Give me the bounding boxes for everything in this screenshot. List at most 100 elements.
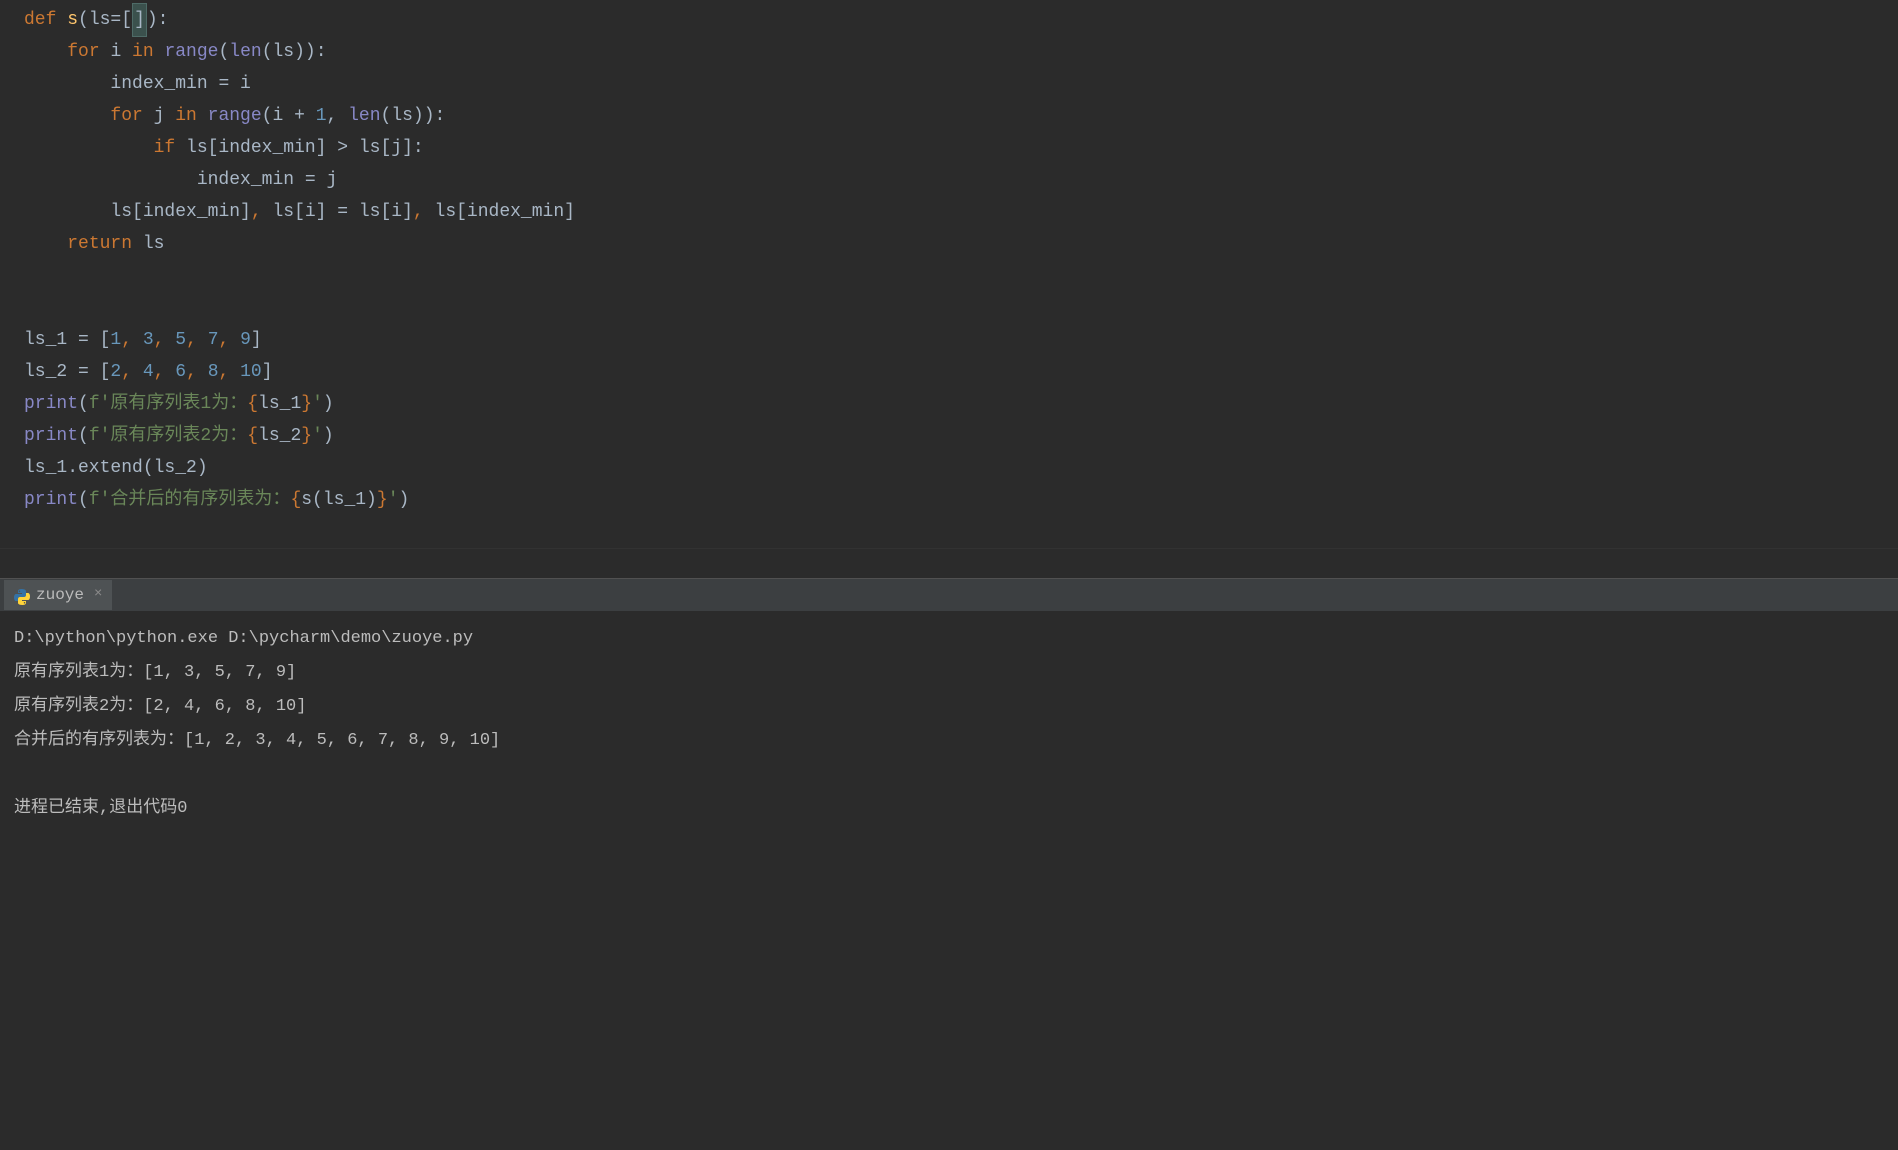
console-line: D:\python\python.exe D:\pycharm\demo\zuo…	[14, 622, 1884, 656]
code-token: (	[78, 484, 89, 516]
code-token: )	[399, 484, 410, 516]
code-token: ,	[154, 356, 176, 388]
code-token: )	[323, 388, 334, 420]
code-line[interactable]: for j in range(i + 1, len(ls)):	[10, 100, 1898, 132]
code-token: '	[312, 388, 323, 420]
run-tab-bar: zuoye ×	[0, 578, 1898, 612]
code-token: ls[index_min]	[435, 196, 575, 228]
python-file-icon	[14, 587, 30, 603]
code-token: 9	[240, 324, 251, 356]
code-token: ,	[186, 356, 208, 388]
code-line[interactable]	[10, 260, 1898, 292]
code-token: 3	[143, 324, 154, 356]
code-token: ,	[327, 100, 349, 132]
code-token: (	[78, 388, 89, 420]
code-token: (ls=	[78, 4, 121, 36]
code-token: ls_2	[258, 420, 301, 452]
code-token: {	[247, 420, 258, 452]
close-icon[interactable]: ×	[94, 582, 102, 607]
code-token: print	[24, 420, 78, 452]
code-token: (i +	[262, 100, 316, 132]
console-line: 原有序列表2为：[2, 4, 6, 8, 10]	[14, 690, 1884, 724]
code-token: ls_1.extend(ls_2)	[24, 452, 208, 484]
code-line[interactable]: def s(ls=[]):	[10, 4, 1898, 36]
code-token: (	[78, 420, 89, 452]
code-token: def	[24, 4, 67, 36]
code-token: index_min = j	[197, 164, 337, 196]
code-token: ls_1	[258, 388, 301, 420]
code-token: 4	[143, 356, 154, 388]
code-token: ls	[143, 228, 165, 260]
code-token: (ls)):	[381, 100, 446, 132]
code-token: 1	[110, 324, 121, 356]
code-token: f'原有序列表1为：	[89, 388, 247, 420]
code-token: 10	[240, 356, 262, 388]
code-token: len	[229, 36, 261, 68]
code-token: in	[132, 36, 164, 68]
code-token: print	[24, 484, 78, 516]
code-token: ls[i] = ls[i]	[272, 196, 412, 228]
code-token: 5	[175, 324, 186, 356]
code-token: '	[312, 420, 323, 452]
console-line: 进程已结束,退出代码0	[14, 792, 1884, 826]
code-token: if	[154, 132, 186, 164]
console-line: 合并后的有序列表为：[1, 2, 3, 4, 5, 6, 7, 8, 9, 10…	[14, 724, 1884, 758]
code-token: ,	[154, 324, 176, 356]
code-token: '	[388, 484, 399, 516]
code-token: range	[208, 100, 262, 132]
run-tab-label: zuoye	[36, 581, 84, 610]
code-line[interactable]: print(f'原有序列表1为：{ls_1}')	[10, 388, 1898, 420]
code-token: ,	[121, 356, 143, 388]
code-token: ,	[219, 356, 241, 388]
code-token: return	[67, 228, 143, 260]
code-token: ]	[251, 324, 262, 356]
code-token: 1	[316, 100, 327, 132]
code-token: 2	[110, 356, 121, 388]
code-line[interactable]: return ls	[10, 228, 1898, 260]
code-line[interactable]: ls_1.extend(ls_2)	[10, 452, 1898, 484]
code-token: )	[323, 420, 334, 452]
code-token: {	[290, 484, 301, 516]
code-token: 8	[208, 356, 219, 388]
console-line	[14, 758, 1884, 792]
code-line[interactable]: ls_2 = [2, 4, 6, 8, 10]	[10, 356, 1898, 388]
code-token: s(ls_1)	[301, 484, 377, 516]
code-token: ,	[251, 196, 273, 228]
code-line[interactable]: index_min = i	[10, 68, 1898, 100]
run-console[interactable]: D:\python\python.exe D:\pycharm\demo\zuo…	[0, 612, 1898, 836]
code-token: for	[110, 100, 153, 132]
code-token: f'合并后的有序列表为：	[89, 484, 291, 516]
code-token: ,	[413, 196, 435, 228]
code-token: ,	[219, 324, 241, 356]
code-token: i	[110, 36, 132, 68]
console-line: 原有序列表1为：[1, 3, 5, 7, 9]	[14, 656, 1884, 690]
code-editor[interactable]: def s(ls=[]): for i in range(len(ls)): i…	[0, 0, 1898, 548]
code-line[interactable]: print(f'合并后的有序列表为：{s(ls_1)}')	[10, 484, 1898, 516]
code-token: (	[218, 36, 229, 68]
code-line[interactable]: print(f'原有序列表2为：{ls_2}')	[10, 420, 1898, 452]
code-line[interactable]: if ls[index_min] > ls[j]:	[10, 132, 1898, 164]
code-token: }	[377, 484, 388, 516]
code-token: ls_1 = [	[24, 324, 110, 356]
code-token: }	[301, 420, 312, 452]
code-token: f'原有序列表2为：	[89, 420, 247, 452]
code-line[interactable]: ls[index_min], ls[i] = ls[i], ls[index_m…	[10, 196, 1898, 228]
code-line[interactable]: for i in range(len(ls)):	[10, 36, 1898, 68]
code-token: len	[348, 100, 380, 132]
run-tab-zuoye[interactable]: zuoye ×	[4, 580, 112, 610]
code-token: {	[247, 388, 258, 420]
code-token: ls_2 = [	[24, 356, 110, 388]
pane-divider[interactable]	[0, 548, 1898, 578]
code-token: ):	[147, 4, 169, 36]
code-token: ,	[121, 324, 143, 356]
code-token: j	[154, 100, 176, 132]
code-line[interactable]: index_min = j	[10, 164, 1898, 196]
code-token: ls[index_min]	[110, 196, 250, 228]
code-token: [	[121, 4, 132, 36]
code-token: print	[24, 388, 78, 420]
code-token: 6	[175, 356, 186, 388]
code-line[interactable]	[10, 292, 1898, 324]
code-line[interactable]: ls_1 = [1, 3, 5, 7, 9]	[10, 324, 1898, 356]
code-token: ,	[186, 324, 208, 356]
code-token: in	[175, 100, 207, 132]
